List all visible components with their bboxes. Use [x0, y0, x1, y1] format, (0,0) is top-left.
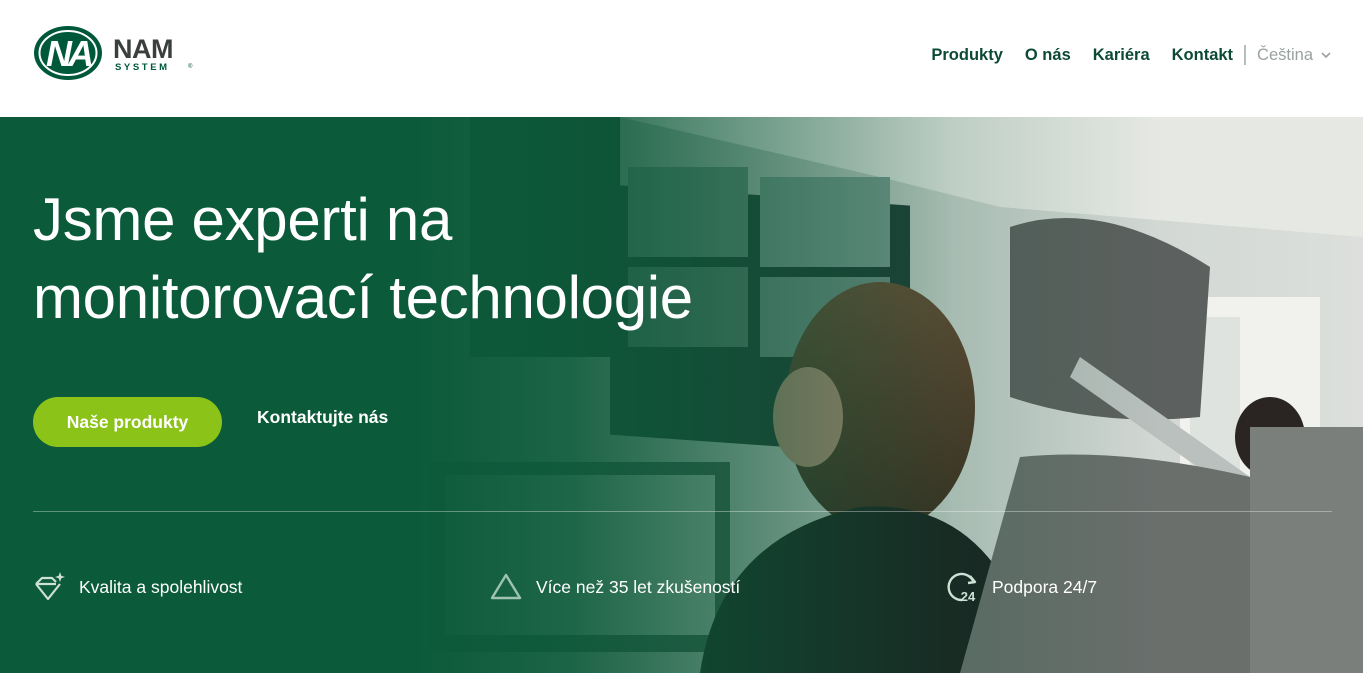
nav-separator	[1244, 45, 1247, 65]
main-nav: Produkty O nás Kariéra Kontakt Čeština	[931, 42, 1331, 68]
logo-registered: ®	[188, 64, 193, 70]
logo[interactable]: NA NAM SYSTEM ®	[33, 25, 203, 81]
logo-mark-icon: NA	[34, 26, 102, 80]
hero-title-line-2: monitorovací technologie	[33, 264, 693, 331]
feature-support: 24 Podpora 24/7	[945, 569, 1097, 605]
logo-subtitle: SYSTEM	[115, 62, 170, 73]
svg-text:24: 24	[961, 589, 976, 604]
language-selector[interactable]: Čeština	[1257, 46, 1331, 65]
nav-item-kontakt[interactable]: Kontakt	[1172, 46, 1233, 65]
hero-title-line-1: Jsme experti na	[33, 186, 453, 253]
nav-item-o-nas[interactable]: O nás	[1025, 46, 1071, 65]
feature-quality: Kvalita a spolehlivost	[32, 569, 242, 605]
triangle-icon	[489, 570, 523, 604]
logo-mark-text: NA	[46, 33, 92, 74]
diamond-sparkle-icon	[32, 570, 66, 604]
feature-quality-label: Kvalita a spolehlivost	[79, 576, 243, 597]
site-header: NA NAM SYSTEM ® Produkty O nás Kariéra K…	[0, 0, 1363, 117]
feature-experience-label: Více než 35 let zkušeností	[536, 576, 741, 597]
language-label: Čeština	[1257, 45, 1313, 64]
contact-link[interactable]: Kontaktujte nás	[257, 407, 388, 428]
nav-item-kariera[interactable]: Kariéra	[1093, 46, 1150, 65]
chevron-down-icon	[1321, 51, 1331, 58]
hero-title: Jsme experti na monitorovací technologie	[33, 181, 813, 337]
feature-support-label: Podpora 24/7	[992, 576, 1098, 597]
support-24-icon: 24	[945, 570, 979, 604]
feature-experience: Více než 35 let zkušeností	[489, 569, 740, 605]
nav-item-produkty[interactable]: Produkty	[931, 46, 1003, 65]
hero-divider	[33, 511, 1332, 512]
products-button[interactable]: Naše produkty	[33, 397, 222, 447]
hero-section: Jsme experti na monitorovací technologie…	[0, 117, 1363, 673]
logo-wordmark: NAM	[113, 34, 174, 64]
